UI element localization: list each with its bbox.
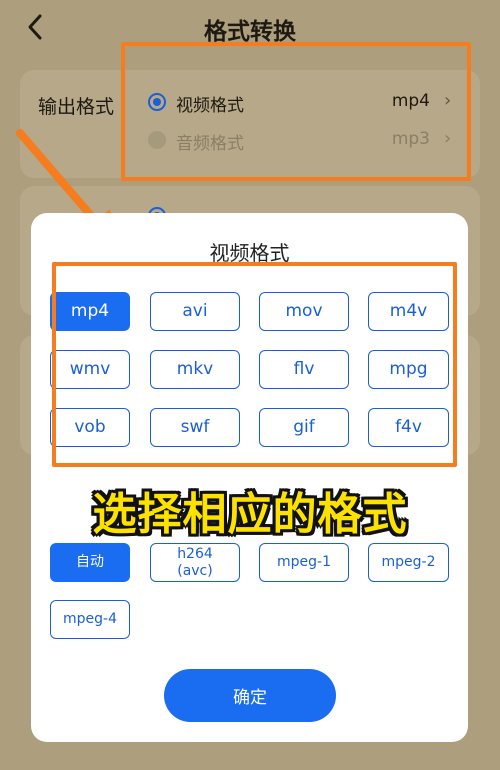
codec-chip-mpeg2[interactable]: mpeg-2: [368, 543, 449, 582]
page-title: 格式转换: [204, 19, 296, 45]
confirm-button[interactable]: 确定: [164, 669, 336, 722]
codec-chip-mpeg4[interactable]: mpeg-4: [50, 600, 130, 639]
annotation-caption: 选择相应的格式: [92, 489, 408, 540]
codec-chip-auto[interactable]: 自动: [50, 543, 130, 582]
highlight-box-options: [121, 42, 471, 181]
codec-chip-mpeg1[interactable]: mpeg-1: [259, 543, 349, 582]
highlight-box-formats: [52, 262, 457, 467]
codec-chip-h264[interactable]: h264 (avc): [150, 543, 240, 582]
output-format-label: 输出格式: [38, 96, 115, 118]
